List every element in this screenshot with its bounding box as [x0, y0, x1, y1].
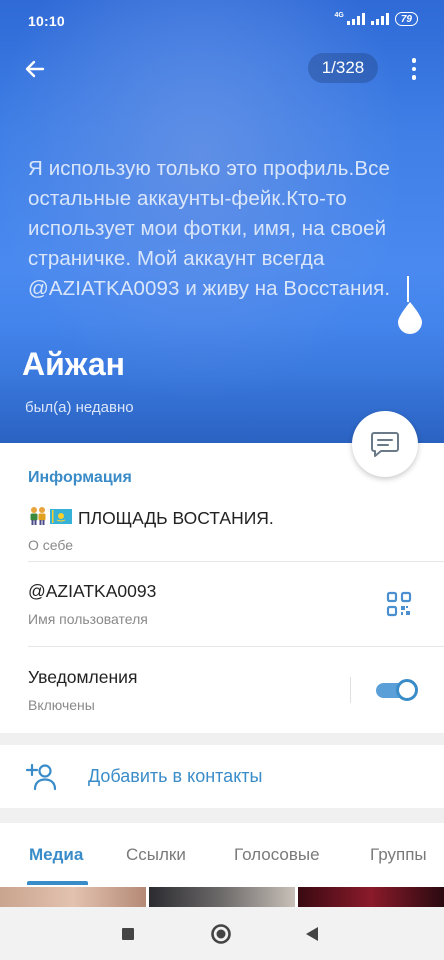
triangle-back-icon: [306, 926, 318, 941]
message-icon: [371, 432, 399, 457]
last-seen-status: был(а) недавно: [25, 399, 134, 416]
about-row[interactable]: ПЛОЩАДЬ ВОСТАНИЯ.: [28, 506, 274, 529]
back-button[interactable]: [20, 54, 50, 84]
signal-icon-2: [370, 13, 389, 25]
tab-links[interactable]: Ссылки: [126, 845, 186, 865]
tab-voice[interactable]: Голосовые: [234, 845, 320, 865]
photo-counter: 1/328: [308, 53, 378, 83]
more-vertical-icon: [411, 58, 417, 80]
circle-icon: [211, 923, 231, 944]
tab-groups[interactable]: Группы: [370, 845, 427, 865]
username-label: Имя пользователя: [28, 611, 148, 627]
qr-code-button[interactable]: [386, 591, 412, 617]
about-label: О себе: [28, 537, 74, 553]
network-type: 4G: [334, 12, 344, 19]
recent-apps-button[interactable]: [98, 907, 158, 960]
status-time: 10:10: [28, 13, 65, 29]
about-value: ПЛОЩАДЬ ВОСТАНИЯ.: [78, 508, 274, 528]
add-person-icon: [26, 763, 57, 791]
battery-icon: 79: [394, 12, 418, 26]
home-button[interactable]: [191, 907, 251, 960]
profile-photo-text: Я использую только это профиль.Все остал…: [28, 157, 391, 300]
info-section: Информация ПЛОЩАДЬ ВОСТАНИЯ. О себе @AZI…: [0, 443, 444, 733]
notifications-title[interactable]: Уведомления: [28, 667, 137, 688]
notifications-status: Включены: [28, 697, 95, 713]
text-cursor-handle[interactable]: [396, 300, 424, 334]
back-nav-button[interactable]: [282, 907, 342, 960]
square-icon: [122, 927, 134, 940]
status-icons: 4G 79: [335, 12, 418, 26]
send-message-button[interactable]: [352, 411, 418, 477]
text-cursor: [407, 276, 409, 302]
profile-name: Айжан: [22, 346, 125, 382]
tab-media[interactable]: Медиа: [29, 845, 83, 865]
toggle-knob: [396, 679, 418, 701]
tab-active-indicator: [27, 881, 88, 885]
qr-code-icon: [386, 591, 412, 617]
media-grid: [0, 887, 444, 907]
divider: [28, 646, 444, 647]
notifications-toggle[interactable]: [376, 679, 418, 701]
more-options-button[interactable]: [402, 54, 426, 84]
media-tabs: Медиа Ссылки Голосовые Группы: [0, 823, 444, 887]
arrow-left-icon: [25, 60, 45, 78]
media-thumbnail[interactable]: [298, 887, 444, 907]
profile-header: 10:10 4G 79 1/328 Я использую только это…: [0, 0, 444, 443]
media-thumbnail[interactable]: [149, 887, 295, 907]
media-thumbnail[interactable]: [0, 887, 146, 907]
kazakhstan-flag-icon: [50, 508, 72, 524]
username-value[interactable]: @AZIATKA0093: [28, 581, 156, 602]
add-contact-label: Добавить в контакты: [88, 766, 263, 786]
add-contact-button[interactable]: Добавить в контакты: [0, 745, 444, 808]
system-nav-bar: [0, 907, 444, 960]
separator: [350, 677, 351, 703]
couple-emoji-icon: [28, 506, 72, 526]
divider: [28, 561, 444, 562]
info-section-title: Информация: [28, 469, 132, 486]
signal-icon: [346, 13, 365, 25]
status-bar: 10:10 4G 79: [0, 0, 444, 44]
